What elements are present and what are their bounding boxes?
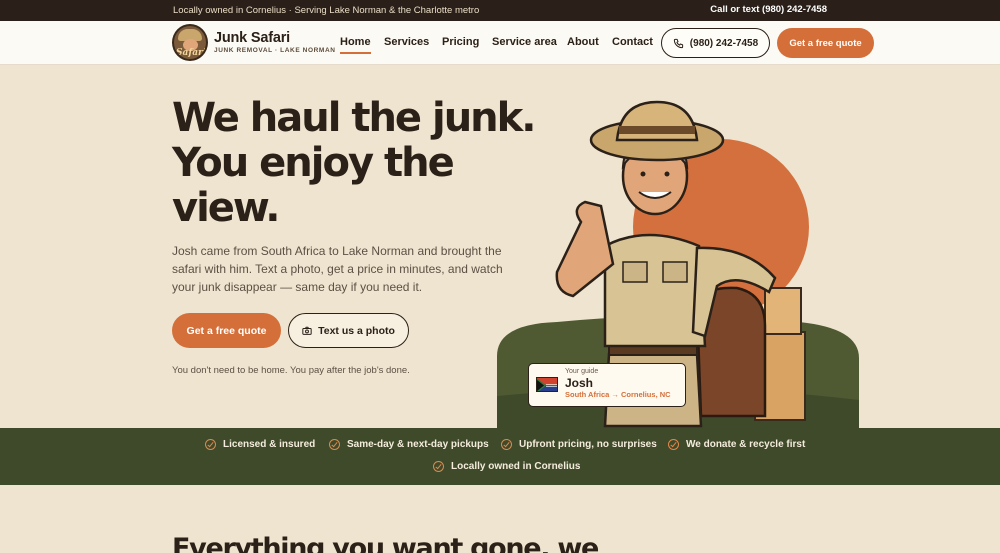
guide-card: Your guide Josh South Africa → Cornelius… <box>528 363 686 407</box>
phone-icon <box>673 38 683 48</box>
top-utility-bar: Locally owned in Cornelius · Serving Lak… <box>0 0 1000 21</box>
call-text-link[interactable]: Call or text (980) 242-7458 <box>710 4 827 15</box>
trust-item-label: Upfront pricing, no surprises <box>519 439 657 450</box>
shirt-pocket <box>622 261 648 283</box>
cardboard-box <box>764 287 802 335</box>
hat-band <box>619 126 695 134</box>
guide-shirt <box>603 233 707 348</box>
hero-title: We haul the junk. You enjoy the view. <box>172 95 536 231</box>
guide-name: Josh <box>565 376 594 390</box>
check-circle-icon <box>329 439 340 450</box>
guide-eye <box>640 171 646 177</box>
hero-title-line: We haul the junk. <box>172 95 536 141</box>
trust-item: Same-day & next-day pickups <box>329 439 489 450</box>
logo-word: Safari <box>176 48 207 58</box>
trust-item-label: Locally owned in Cornelius <box>451 461 581 472</box>
nav-pricing[interactable]: Pricing <box>442 36 479 48</box>
nav-about[interactable]: About <box>567 36 599 48</box>
trust-item-label: Licensed & insured <box>223 439 316 450</box>
south-africa-flag-icon <box>536 377 558 392</box>
trust-item-label: Same-day & next-day pickups <box>347 439 489 450</box>
trust-item-label: We donate & recycle first <box>686 439 806 450</box>
hero-title-line: view. <box>172 185 281 231</box>
location-text: Locally owned in Cornelius · Serving Lak… <box>173 5 480 16</box>
check-circle-icon <box>433 461 444 472</box>
section-title: Everything you want gone, we <box>172 533 599 553</box>
shirt-pocket <box>662 261 688 283</box>
brand-tagline: JUNK REMOVAL · LAKE NORMAN <box>214 47 336 54</box>
nav-quote-button[interactable]: Get a free quote <box>777 28 874 58</box>
trust-band: Licensed & insured Same-day & next-day p… <box>0 428 1000 485</box>
hero-note: You don't need to be home. You pay after… <box>172 365 410 376</box>
brand-name: Junk Safari <box>214 30 290 46</box>
check-circle-icon <box>501 439 512 450</box>
trust-item: Locally owned in Cornelius <box>433 461 580 472</box>
text-photo-button[interactable]: Text us a photo <box>288 313 409 348</box>
guide-route: South Africa → Cornelius, NC <box>565 390 671 399</box>
nav-service-area[interactable]: Service area <box>492 36 557 48</box>
phone-button[interactable]: (980) 242-7458 <box>661 28 770 58</box>
hat-crown <box>615 100 699 142</box>
phone-button-label: (980) 242-7458 <box>689 37 759 49</box>
hero-copy: Josh came from South Africa to Lake Norm… <box>172 244 503 294</box>
nav-contact[interactable]: Contact <box>612 36 653 48</box>
logo-badge[interactable]: Safari <box>172 24 208 61</box>
guide-label: Your guide <box>565 368 599 375</box>
check-circle-icon <box>205 439 216 450</box>
camera-icon <box>302 326 312 335</box>
nav-services[interactable]: Services <box>384 36 429 48</box>
trust-item: We donate & recycle first <box>668 439 805 450</box>
trust-item: Licensed & insured <box>205 439 315 450</box>
check-circle-icon <box>668 439 679 450</box>
hero-title-line: You enjoy the <box>172 140 455 186</box>
guide-eye <box>664 171 670 177</box>
main-nav: Safari Junk Safari JUNK REMOVAL · LAKE N… <box>0 21 1000 65</box>
nav-home[interactable]: Home <box>340 36 371 54</box>
brand[interactable]: Junk Safari JUNK REMOVAL · LAKE NORMAN <box>214 30 336 54</box>
text-photo-label: Text us a photo <box>318 324 395 337</box>
trust-item: Upfront pricing, no surprises <box>501 439 657 450</box>
hero-quote-button[interactable]: Get a free quote <box>172 313 281 348</box>
